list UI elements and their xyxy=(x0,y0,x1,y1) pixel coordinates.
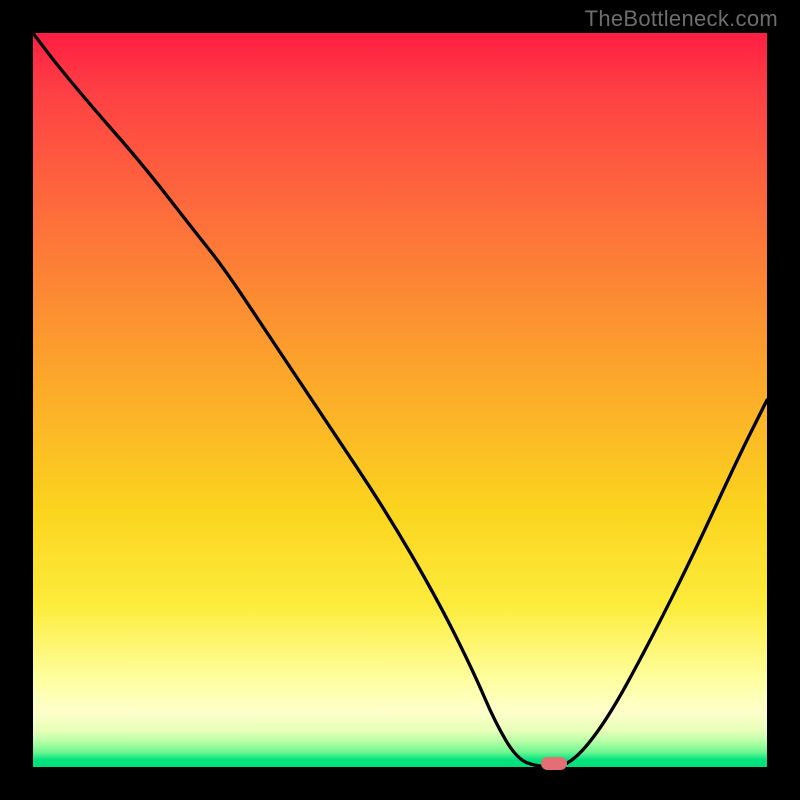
watermark-text: TheBottleneck.com xyxy=(585,6,778,32)
optimal-point-marker xyxy=(541,757,567,770)
chart-gradient-background xyxy=(33,33,767,767)
chart-frame: TheBottleneck.com xyxy=(0,0,800,800)
